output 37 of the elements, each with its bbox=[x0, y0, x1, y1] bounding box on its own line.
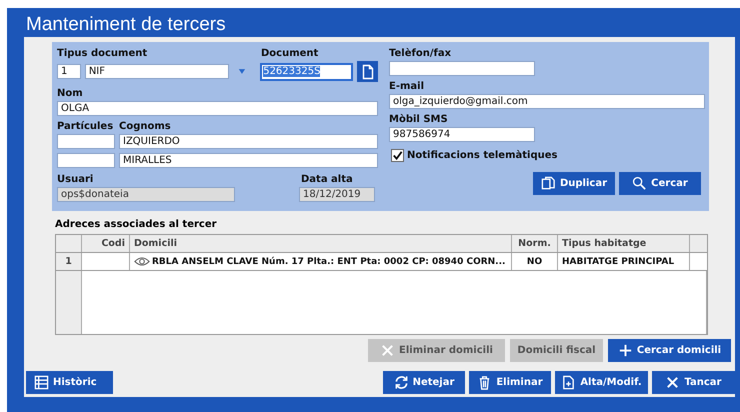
checkbox-label: Notificacions telemàtiques bbox=[407, 150, 558, 162]
field-label: Partícules bbox=[57, 121, 114, 133]
table-cell: RBLA ANSELM CLAVE Núm. 17 Plta.: ENT Pta: 0002 CP: 08940 CORN... bbox=[152, 256, 506, 266]
document-type-field[interactable]: NIF bbox=[84, 64, 230, 79]
table-cell: HABITATGE PRINCIPAL bbox=[558, 253, 690, 270]
column-header[interactable]: Codi bbox=[82, 235, 130, 252]
field-label: Mòbil SMS bbox=[389, 114, 449, 126]
mobile-field[interactable]: 987586974 bbox=[389, 127, 535, 142]
surname-field[interactable]: IZQUIERDO bbox=[119, 134, 378, 149]
column-header[interactable]: Domicili bbox=[130, 235, 512, 252]
column-header[interactable]: Tipus habitatge bbox=[558, 235, 690, 252]
action-button[interactable]: Duplicar bbox=[533, 172, 615, 195]
action-button[interactable]: Netejar bbox=[383, 371, 465, 394]
name-field[interactable]: OLGA bbox=[57, 101, 378, 116]
action-button[interactable]: Tancar bbox=[652, 371, 735, 394]
field-label: Cognoms bbox=[119, 121, 171, 133]
action-button[interactable]: Alta/Modif. bbox=[555, 371, 648, 394]
table-cell: NO bbox=[512, 253, 558, 270]
field-label: Tipus document bbox=[57, 48, 148, 60]
surname-field[interactable]: MIRALLES bbox=[119, 153, 378, 168]
action-button[interactable]: Cercar bbox=[619, 172, 701, 195]
email-field[interactable]: olga_izquierdo@gmail.com bbox=[389, 94, 705, 109]
field-label: Nom bbox=[57, 88, 84, 100]
field-label: Data alta bbox=[301, 174, 353, 186]
address-button[interactable]: Cercar domicili bbox=[608, 339, 731, 362]
document-field[interactable]: 52623325S bbox=[260, 62, 354, 80]
code-field[interactable]: 1 bbox=[57, 64, 81, 79]
row-number: 1 bbox=[56, 253, 82, 270]
section-title: Adreces associades al tercer bbox=[55, 219, 218, 232]
field-label: E-mail bbox=[389, 81, 426, 93]
action-button[interactable]: Eliminar bbox=[469, 371, 551, 394]
window-title: Manteniment de tercers bbox=[26, 13, 227, 37]
field-label: Document bbox=[261, 48, 318, 60]
history-button[interactable]: Històric bbox=[26, 371, 113, 394]
field-label: Usuari bbox=[57, 174, 94, 186]
field-label: Telèfon/fax bbox=[389, 48, 452, 60]
column-header[interactable]: Norm. bbox=[512, 235, 558, 252]
